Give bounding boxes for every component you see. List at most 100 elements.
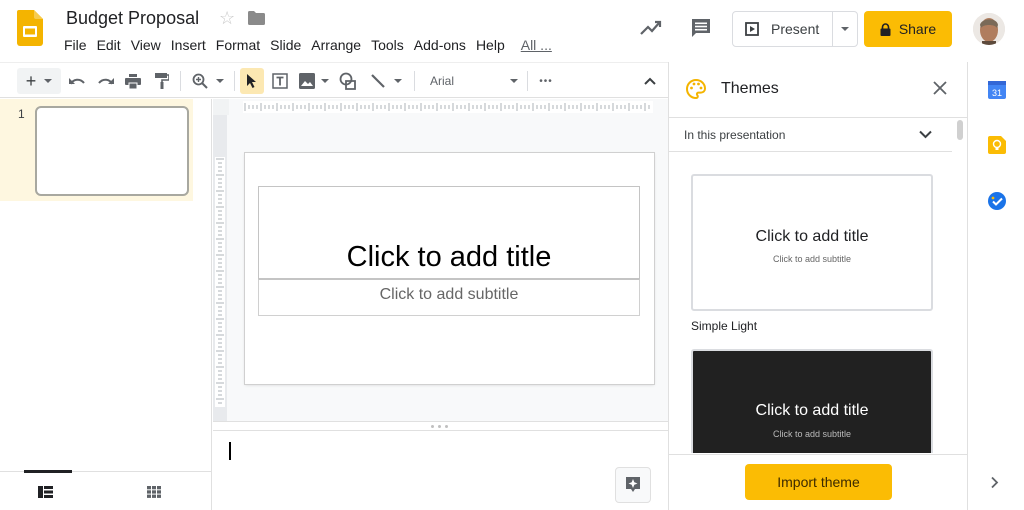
user-photo-icon — [973, 13, 1005, 45]
insert-image-button[interactable] — [296, 68, 332, 94]
print-icon — [125, 74, 141, 89]
redo-button[interactable] — [95, 68, 117, 94]
theme-card-simple-light[interactable]: Click to add title Click to add subtitle — [691, 174, 933, 311]
menu-file[interactable]: File — [64, 37, 87, 53]
palette-icon — [685, 78, 707, 100]
close-icon[interactable] — [933, 81, 947, 95]
account-avatar[interactable] — [973, 13, 1005, 45]
subtitle-placeholder[interactable]: Click to add subtitle — [258, 279, 640, 316]
shape-button[interactable] — [337, 68, 359, 94]
print-button[interactable] — [122, 68, 144, 94]
menu-arrange[interactable]: Arrange — [311, 37, 361, 53]
explore-sparkle-icon — [625, 476, 641, 494]
header: Budget Proposal ☆ File Edit View Insert … — [0, 0, 1024, 62]
chevron-down-icon — [841, 27, 849, 31]
theme-preview-subtitle: Click to add subtitle — [693, 254, 931, 264]
cursor-arrow-icon — [246, 73, 258, 89]
star-icon[interactable]: ☆ — [219, 8, 235, 29]
chevron-up-icon — [644, 77, 656, 85]
chevron-down-icon — [394, 79, 402, 83]
undo-button[interactable] — [66, 68, 88, 94]
editing-toolbar: + — [0, 62, 668, 98]
horizontal-ruler[interactable] — [243, 101, 653, 113]
google-slides-app: Budget Proposal ☆ File Edit View Insert … — [0, 0, 1024, 510]
theme-preview-subtitle: Click to add subtitle — [693, 429, 931, 439]
activity-dashboard-icon[interactable] — [640, 18, 662, 38]
speaker-notes[interactable] — [213, 431, 668, 510]
chevron-down-icon — [919, 130, 932, 139]
menu-slide[interactable]: Slide — [270, 37, 301, 53]
shape-icon — [339, 72, 357, 90]
menu-bar: File Edit View Insert Format Slide Arran… — [64, 37, 562, 53]
paint-format-button[interactable] — [151, 68, 173, 94]
slide-thumbnail[interactable] — [35, 106, 189, 196]
chevron-right-icon[interactable] — [990, 476, 999, 489]
menu-insert[interactable]: Insert — [171, 37, 206, 53]
import-theme-button[interactable]: Import theme — [745, 464, 892, 500]
themes-header: Themes — [669, 62, 968, 118]
active-view-indicator — [24, 470, 72, 473]
line-tool-button[interactable] — [366, 68, 406, 94]
theme-preview-title: Click to add title — [693, 228, 931, 246]
toolbar-divider — [527, 71, 528, 91]
filmstrip-slide-1[interactable]: 1 — [0, 99, 193, 201]
zoom-in-icon — [192, 73, 208, 89]
slides-logo-icon[interactable] — [17, 10, 43, 46]
slide-number: 1 — [18, 107, 25, 121]
menu-edit[interactable]: Edit — [97, 37, 121, 53]
grid-view-icon[interactable] — [147, 486, 161, 498]
keep-icon[interactable] — [988, 136, 1006, 154]
lock-icon — [880, 23, 891, 36]
themes-filter-label: In this presentation — [684, 128, 785, 142]
comment-icon[interactable] — [690, 17, 712, 39]
notes-resize-handle[interactable] — [213, 421, 668, 431]
title-placeholder-text: Click to add title — [347, 241, 552, 274]
themes-panel: Themes In this presentation Click to add… — [668, 62, 967, 510]
zoom-button[interactable] — [188, 68, 228, 94]
undo-icon — [68, 75, 86, 87]
filmstrip-view-toggle — [0, 471, 212, 510]
explore-button[interactable] — [615, 467, 651, 503]
toolbar-divider — [234, 71, 235, 91]
slide-canvas[interactable]: Click to add title Click to add subtitle — [245, 153, 654, 384]
menu-view[interactable]: View — [131, 37, 161, 53]
present-button[interactable]: Present — [733, 12, 833, 46]
theme-card-dark[interactable]: Click to add title Click to add subtitle — [691, 349, 933, 453]
text-box-button[interactable] — [269, 68, 291, 94]
themes-title: Themes — [721, 80, 779, 98]
redo-icon — [97, 75, 115, 87]
all-changes-link[interactable]: All ... — [521, 37, 552, 53]
font-family-dropdown[interactable]: Arial — [424, 69, 524, 93]
vertical-ruler[interactable] — [213, 115, 227, 429]
calendar-icon[interactable]: 31 — [988, 81, 1006, 99]
toolbar-divider — [414, 71, 415, 91]
theme-preview-title: Click to add title — [693, 402, 931, 420]
select-tool-button[interactable] — [240, 68, 264, 94]
slide-filmstrip: 1 — [0, 99, 212, 510]
share-button[interactable]: Share — [864, 11, 952, 47]
more-options-button[interactable]: ••• — [534, 68, 558, 94]
present-button-group: Present — [732, 11, 858, 47]
menu-tools[interactable]: Tools — [371, 37, 404, 53]
menu-addons[interactable]: Add-ons — [414, 37, 466, 53]
ruler-corner — [213, 99, 229, 115]
font-family-value: Arial — [430, 74, 454, 88]
title-placeholder[interactable]: Click to add title — [258, 186, 640, 279]
vertical-ruler-scale — [215, 157, 225, 407]
menu-format[interactable]: Format — [216, 37, 260, 53]
new-slide-button[interactable]: + — [17, 68, 61, 94]
present-play-icon — [745, 22, 759, 36]
themes-filter-dropdown[interactable]: In this presentation — [669, 119, 952, 152]
filmstrip-view-icon[interactable] — [38, 486, 53, 498]
themes-scrollbar[interactable] — [957, 120, 963, 140]
tasks-icon[interactable] — [988, 192, 1006, 210]
folder-icon[interactable] — [248, 11, 265, 25]
present-label: Present — [771, 21, 819, 37]
menu-help[interactable]: Help — [476, 37, 505, 53]
present-options-dropdown[interactable] — [833, 27, 857, 31]
document-title[interactable]: Budget Proposal — [66, 8, 199, 29]
theme-name-label: Simple Light — [691, 319, 757, 333]
collapse-toolbar-button[interactable] — [640, 68, 660, 94]
subtitle-placeholder-text: Click to add subtitle — [380, 286, 519, 304]
calendar-day: 31 — [992, 88, 1002, 98]
